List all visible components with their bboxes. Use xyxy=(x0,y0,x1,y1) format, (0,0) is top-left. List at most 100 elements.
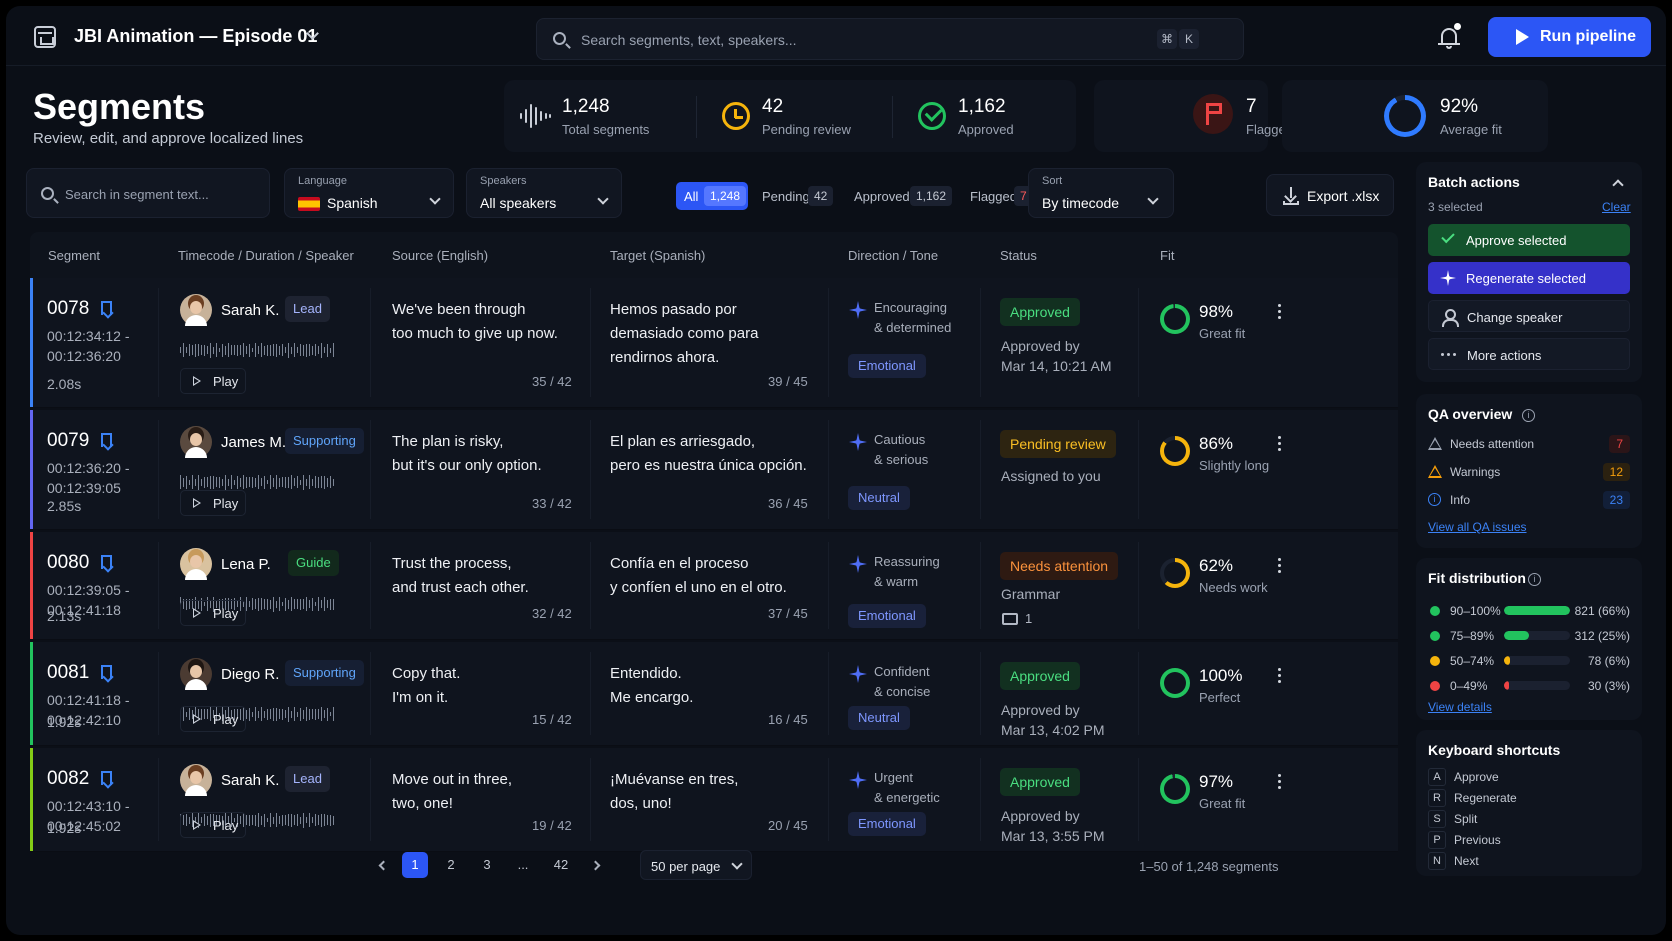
speaker-name[interactable]: Sarah K. xyxy=(221,772,279,789)
table-row[interactable]: 0081 00:12:41:18 -00:12:42:10 1.92s Diego R… xyxy=(30,642,1398,746)
view-details-link[interactable]: View details xyxy=(1428,700,1492,714)
fit-dist-row[interactable]: 0–49% 30 (3%) xyxy=(1428,677,1630,695)
qa-warnings[interactable]: Warnings 12 xyxy=(1428,462,1630,482)
status-badge[interactable]: Approved xyxy=(1000,768,1080,796)
page-2[interactable]: 2 xyxy=(438,852,464,878)
tab-pending[interactable]: Pending 42 xyxy=(754,182,838,210)
status-badge[interactable]: Approved xyxy=(1000,662,1080,690)
fit-dist-row[interactable]: 90–100% 821 (66%) xyxy=(1428,602,1630,620)
play-button[interactable]: Play xyxy=(180,706,246,732)
column-header[interactable]: Segment xyxy=(48,248,100,263)
tone-badge[interactable]: Neutral xyxy=(848,706,910,730)
column-header[interactable]: Direction / Tone xyxy=(848,248,938,263)
sort-select[interactable]: Sort By timecode xyxy=(1028,168,1174,218)
avatar xyxy=(180,764,212,796)
divider xyxy=(590,758,591,841)
bookmark-icon[interactable] xyxy=(101,665,112,679)
tone-badge[interactable]: Emotional xyxy=(848,604,926,628)
clear-selection-link[interactable]: Clear xyxy=(1602,200,1631,214)
tab-all[interactable]: All 1,248 xyxy=(676,182,748,210)
column-header[interactable]: Fit xyxy=(1160,248,1174,263)
table-row[interactable]: 0080 00:12:39:05 -00:12:41:18 2.13s Lena P.… xyxy=(30,532,1398,640)
change-speaker-button[interactable]: Change speaker xyxy=(1428,300,1630,332)
target-text[interactable]: Entendido. Me encargo. xyxy=(610,662,830,710)
speaker-name[interactable]: Diego R. xyxy=(221,666,279,683)
more-vertical-icon[interactable] xyxy=(1278,774,1282,790)
fit-dist-row[interactable]: 50–74% 78 (6%) xyxy=(1428,652,1630,670)
qa-needs-attention[interactable]: Needs attention 7 xyxy=(1428,434,1630,454)
status-badge[interactable]: Approved xyxy=(1000,298,1080,326)
more-actions-button[interactable]: More actions xyxy=(1428,338,1630,370)
column-header[interactable]: Status xyxy=(1000,248,1037,263)
table-row[interactable]: 0078 00:12:34:12 - 00:12:36:20 2.08s Sarah K… xyxy=(30,278,1398,408)
bookmark-icon[interactable] xyxy=(101,433,112,447)
info-icon[interactable]: i xyxy=(1528,573,1541,586)
global-search-input[interactable]: Search segments, text, speakers... ⌘ K xyxy=(536,18,1244,60)
segment-id[interactable]: 0080 xyxy=(47,552,89,574)
play-button[interactable]: Play xyxy=(180,368,246,394)
page-42[interactable]: 42 xyxy=(548,852,574,878)
tone-badge[interactable]: Emotional xyxy=(848,812,926,836)
source-text[interactable]: Move out in three, two, one! xyxy=(392,768,592,816)
tab-approved[interactable]: Approved 1,162 xyxy=(846,182,954,210)
qa-info[interactable]: i Info 23 xyxy=(1428,490,1630,510)
speaker-name[interactable]: Sarah K. xyxy=(221,302,279,319)
approve-selected-button[interactable]: Approve selected xyxy=(1428,224,1630,256)
status-badge[interactable]: Needs attention xyxy=(1000,552,1119,580)
per-page-select[interactable]: 50 per page xyxy=(640,850,752,880)
target-text[interactable]: Hemos pasado por demasiado como para rendi… xyxy=(610,298,830,370)
speaker-name[interactable]: Lena P. xyxy=(221,556,271,573)
tone-badge[interactable]: Emotional xyxy=(848,354,926,378)
column-header[interactable]: Target (Spanish) xyxy=(610,248,705,263)
clapperboard-icon[interactable] xyxy=(34,26,56,48)
more-vertical-icon[interactable] xyxy=(1278,436,1282,452)
fit-dist-row[interactable]: 75–89% 312 (25%) xyxy=(1428,627,1630,645)
bookmark-icon[interactable] xyxy=(101,301,112,315)
view-all-qa-link[interactable]: View all QA issues xyxy=(1428,520,1527,534)
waveform-icon[interactable] xyxy=(180,342,350,358)
comment-icon[interactable] xyxy=(1002,613,1018,625)
export-button[interactable]: Export .xlsx xyxy=(1266,174,1394,216)
table-row[interactable]: 0082 00:12:43:10 -00:12:45:02 1.92s Sarah K… xyxy=(30,748,1398,852)
run-pipeline-button[interactable]: Run pipeline xyxy=(1488,17,1651,57)
source-text[interactable]: We've been through too much to give up no… xyxy=(392,298,592,346)
source-text[interactable]: The plan is risky, but it's our only opti… xyxy=(392,430,592,478)
source-text[interactable]: Copy that. I'm on it. xyxy=(392,662,592,710)
segment-id[interactable]: 0082 xyxy=(47,768,89,790)
segment-id[interactable]: 0081 xyxy=(47,662,89,684)
column-header[interactable]: Timecode / Duration / Speaker xyxy=(178,248,354,263)
speakers-select[interactable]: Speakers All speakers xyxy=(466,168,622,218)
segment-id[interactable]: 0078 xyxy=(47,298,89,320)
page-3[interactable]: 3 xyxy=(474,852,500,878)
language-select[interactable]: Language Spanish xyxy=(284,168,454,218)
segment-search-input[interactable]: Search in segment text... xyxy=(26,168,270,218)
status-badge[interactable]: Pending review xyxy=(1000,430,1116,458)
info-icon[interactable]: i xyxy=(1522,409,1535,422)
more-vertical-icon[interactable] xyxy=(1278,558,1282,574)
column-header[interactable]: Source (English) xyxy=(392,248,488,263)
play-button[interactable]: Play xyxy=(180,600,246,626)
segment-id[interactable]: 0079 xyxy=(47,430,89,452)
comment-count: 1 xyxy=(1025,611,1033,626)
bookmark-icon[interactable] xyxy=(101,555,112,569)
play-button[interactable]: Play xyxy=(180,812,246,838)
tab-flagged[interactable]: Flagged 7 xyxy=(962,182,1038,210)
chevron-up-icon[interactable] xyxy=(1612,179,1624,191)
tone-badge[interactable]: Neutral xyxy=(848,486,910,510)
more-vertical-icon[interactable] xyxy=(1278,668,1282,684)
target-text[interactable]: Confía en el proceso y confíen el uno en … xyxy=(610,552,830,600)
more-vertical-icon[interactable] xyxy=(1278,304,1282,320)
source-text[interactable]: Trust the process, and trust each other. xyxy=(392,552,592,600)
play-button[interactable]: Play xyxy=(180,490,246,516)
page-1[interactable]: 1 xyxy=(402,852,428,878)
target-text[interactable]: El plan es arriesgado, pero es nuestra ún… xyxy=(610,430,830,478)
regenerate-selected-button[interactable]: Regenerate selected xyxy=(1428,262,1630,294)
bookmark-icon[interactable] xyxy=(101,771,112,785)
timecode-start: 00:12:41:18 - xyxy=(47,692,130,708)
stats-card-flagged[interactable] xyxy=(1094,80,1268,152)
waveform-icon[interactable] xyxy=(180,474,350,490)
table-row[interactable]: 0079 00:12:36:20 - 00:12:39:05 2.85s James M… xyxy=(30,410,1398,530)
target-text[interactable]: ¡Muévanse en tres, dos, uno! xyxy=(610,768,830,816)
speaker-name[interactable]: James M. xyxy=(221,434,286,451)
project-title[interactable]: JBI Animation — Episode 01 xyxy=(74,26,317,47)
